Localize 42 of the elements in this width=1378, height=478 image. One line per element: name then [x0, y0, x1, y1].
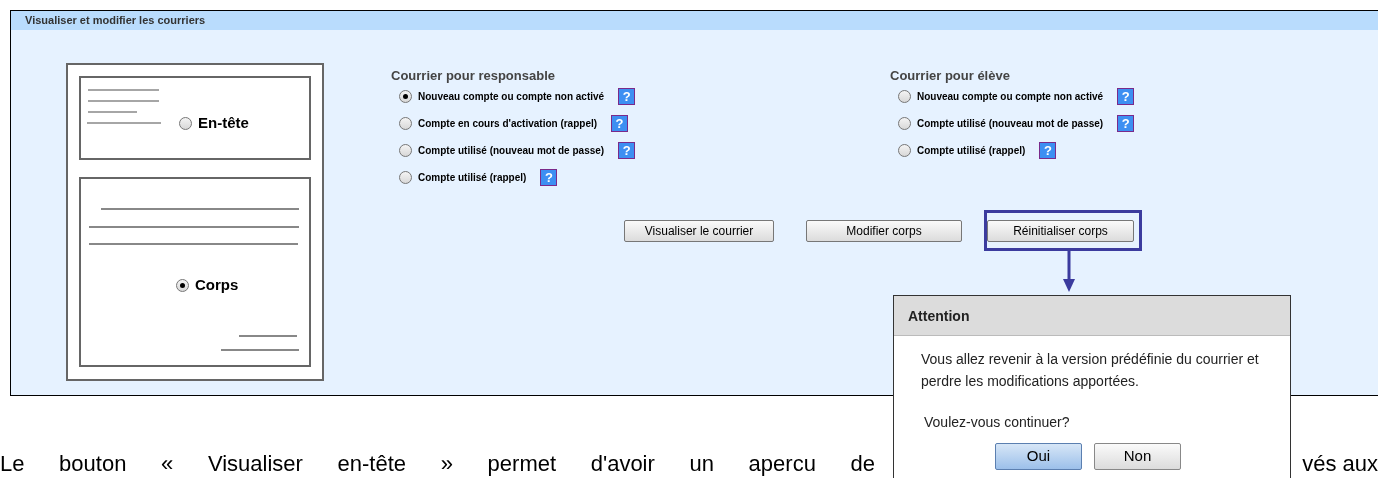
radio-button[interactable] — [399, 89, 412, 103]
radio-button[interactable] — [898, 116, 911, 130]
dialog-button[interactable]: Oui — [995, 443, 1082, 470]
group-title: Courrier pour élève — [890, 67, 1011, 83]
help-button[interactable]: ? — [540, 168, 558, 186]
action-button[interactable]: Modifier corps — [806, 220, 962, 242]
body-paragraph-end: vés aux — [1302, 452, 1378, 476]
text-lines-icon — [89, 207, 299, 247]
help-button[interactable]: ? — [618, 87, 636, 105]
callout-arrow — [1063, 251, 1075, 292]
radio-label: Compte utilisé (rappel) — [917, 143, 1026, 158]
radio-button[interactable] — [179, 116, 192, 130]
dialog-title: Attention — [894, 296, 1290, 336]
help-button[interactable]: ? — [1117, 87, 1135, 105]
radio-label: Compte en cours d'activation (rappel) — [418, 116, 598, 131]
radio-label: Nouveau compte ou compte non activé — [418, 89, 605, 104]
radio-button[interactable] — [898, 143, 911, 157]
dialog-message: Vous allez revenir à la version prédéfinie du courrier et perdre les modifications apportées. — [921, 350, 1260, 391]
dialog-question: Voulez-vous continuer? — [924, 413, 1071, 432]
radio-button[interactable] — [176, 278, 189, 292]
help-button[interactable]: ? — [618, 141, 636, 159]
radio-button[interactable] — [399, 116, 412, 130]
action-button[interactable]: Réinitialiser corps — [987, 220, 1134, 242]
signature-lines-icon — [221, 333, 301, 352]
action-button[interactable]: Visualiser le courrier — [624, 220, 774, 242]
body-paragraph: Le bouton « Visualiser en-tête » permet d'avoir un apercu de — [0, 452, 875, 476]
radio-button[interactable] — [399, 170, 412, 184]
radio-label: Nouveau compte ou compte non activé — [917, 89, 1104, 104]
text-lines-icon — [87, 88, 161, 124]
radio-label: Compte utilisé (nouveau mot de passe) — [917, 116, 1104, 131]
radio-label: Corps — [195, 275, 239, 295]
dialog-button[interactable]: Non — [1094, 443, 1181, 470]
radio-label: Compte utilisé (nouveau mot de passe) — [418, 143, 605, 158]
radio-button[interactable] — [898, 89, 911, 103]
group-title: Courrier pour responsable — [391, 67, 556, 83]
radio-label: En-tête — [198, 113, 249, 133]
radio-button[interactable] — [399, 143, 412, 157]
help-button[interactable]: ? — [1039, 141, 1057, 159]
panel-title: Visualiser et modifier les courriers — [11, 11, 1378, 30]
radio-label: Compte utilisé (rappel) — [418, 170, 527, 185]
help-button[interactable]: ? — [1117, 114, 1135, 132]
help-button[interactable]: ? — [611, 114, 629, 132]
